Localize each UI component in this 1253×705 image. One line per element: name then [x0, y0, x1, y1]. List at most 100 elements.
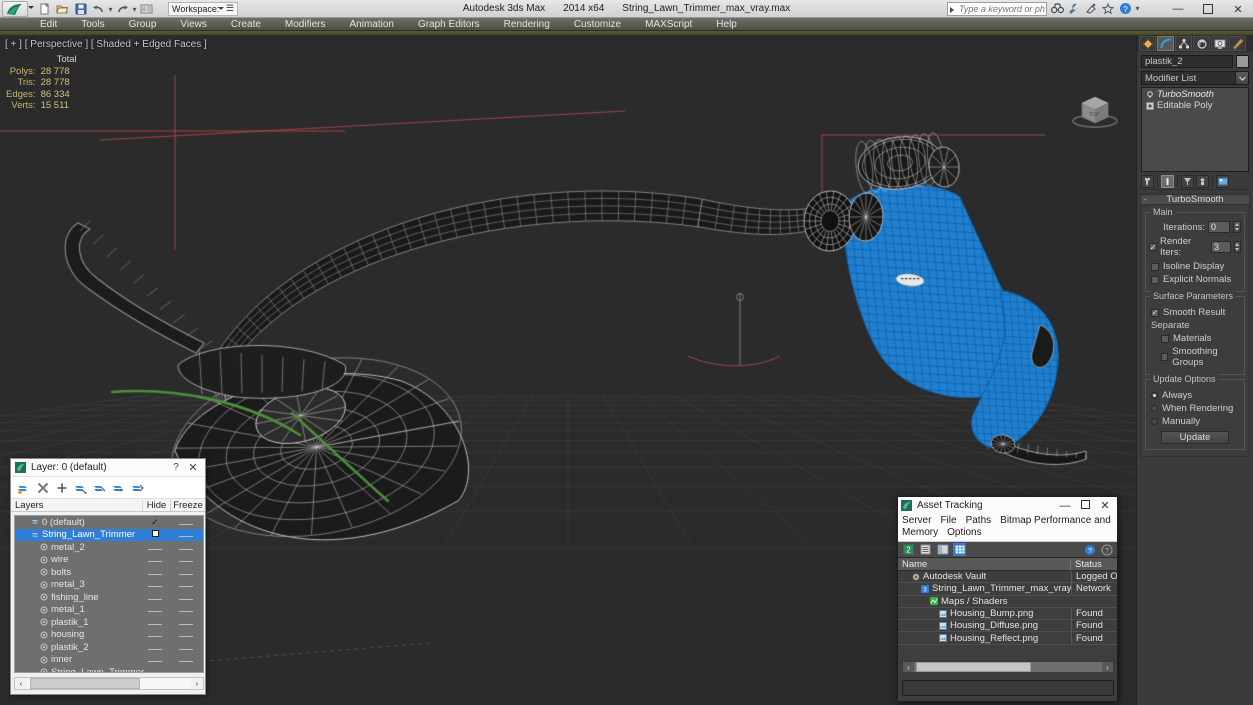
menu-group[interactable]: Group: [117, 18, 169, 31]
scroll-left-icon[interactable]: ‹: [15, 679, 27, 688]
asset-close-button[interactable]: ✕: [1095, 499, 1115, 512]
layer-freeze-toggle[interactable]: [169, 604, 203, 615]
star-icon[interactable]: [1101, 1, 1115, 16]
layer-freeze-toggle[interactable]: [169, 654, 203, 665]
help-icon[interactable]: ?: [1083, 543, 1096, 556]
info-icon[interactable]: ?: [1100, 543, 1113, 556]
wrench-icon[interactable]: [1067, 1, 1081, 16]
isoline-display-row[interactable]: Isoline Display: [1151, 261, 1241, 272]
asset-name-column-header[interactable]: Name: [898, 558, 1071, 570]
modifier-stack[interactable]: TurboSmooth Editable Poly: [1141, 87, 1249, 172]
scroll-thumb[interactable]: [30, 678, 140, 689]
layer-hide-toggle[interactable]: [141, 654, 169, 665]
menu-create[interactable]: Create: [219, 18, 273, 31]
scroll-thumb[interactable]: [916, 662, 1031, 672]
hide-layer-icon[interactable]: [131, 481, 144, 494]
menu-rendering[interactable]: Rendering: [492, 18, 562, 31]
layer-list[interactable]: 0 (default) ✓ String_Lawn_Trimmer metal_2 wi…: [14, 515, 204, 673]
scroll-track[interactable]: [914, 662, 1102, 672]
layer-freeze-toggle[interactable]: [169, 617, 203, 628]
layer-freeze-toggle[interactable]: [169, 567, 203, 578]
asset-status-column-header[interactable]: Status: [1071, 559, 1117, 570]
search-box[interactable]: [947, 2, 1047, 16]
utilities-tab[interactable]: [1229, 36, 1246, 51]
layer-freeze-toggle[interactable]: [169, 579, 203, 590]
render-iters-input[interactable]: 3: [1211, 241, 1231, 253]
layer-freeze-toggle[interactable]: [169, 592, 203, 603]
layers-column-header[interactable]: Layers: [11, 499, 143, 511]
hierarchy-tab[interactable]: [1175, 36, 1192, 51]
scroll-left-icon[interactable]: ‹: [903, 663, 914, 672]
asset-row[interactable]: Housing_Bump.png Found: [898, 608, 1117, 621]
layer-hide-toggle[interactable]: [141, 542, 169, 553]
asset-horizontal-scrollbar[interactable]: ‹ ›: [902, 661, 1114, 673]
iterations-input[interactable]: 0: [1208, 221, 1230, 233]
layer-row[interactable]: inner: [15, 654, 203, 667]
asset-row[interactable]: Autodesk Vault Logged O: [898, 571, 1117, 584]
delete-layer-icon[interactable]: [36, 481, 49, 494]
create-tab[interactable]: [1139, 36, 1156, 51]
object-name-field[interactable]: plastik_2: [1141, 55, 1233, 68]
layer-freeze-toggle[interactable]: [171, 667, 203, 672]
make-unique-icon[interactable]: [1181, 174, 1194, 188]
layer-hide-toggle[interactable]: [141, 604, 169, 615]
layer-hide-toggle[interactable]: [141, 567, 169, 578]
modify-tab[interactable]: [1157, 36, 1174, 51]
smooth-result-row[interactable]: Smooth Result: [1151, 307, 1241, 318]
layer-freeze-toggle[interactable]: [169, 642, 203, 653]
hide-column-header[interactable]: Hide: [143, 499, 171, 511]
asset-row[interactable]: Housing_Reflect.png Found: [898, 632, 1117, 645]
layer-row[interactable]: plastik_1: [15, 616, 203, 629]
layer-freeze-toggle[interactable]: [169, 529, 203, 540]
explicit-normals-checkbox[interactable]: [1151, 275, 1159, 284]
search-input[interactable]: [959, 3, 1045, 15]
select-objects-in-layer-icon[interactable]: [74, 481, 87, 494]
window-close-button[interactable]: ✕: [1223, 0, 1253, 18]
smoothing-groups-checkbox[interactable]: [1161, 353, 1169, 361]
menu-tools[interactable]: Tools: [69, 18, 116, 31]
asset-menu-bitmap[interactable]: Bitmap Performance and Memory: [902, 515, 1111, 538]
layer-hide-toggle[interactable]: [141, 554, 169, 565]
layer-hide-toggle[interactable]: [141, 529, 169, 540]
update-when-rendering-row[interactable]: When Rendering: [1151, 403, 1241, 414]
scroll-track[interactable]: [27, 678, 191, 689]
window-maximize-button[interactable]: [1193, 0, 1223, 18]
lightbulb-icon[interactable]: [1145, 90, 1154, 99]
help-icon[interactable]: ?: [1118, 1, 1132, 16]
asset-list[interactable]: Autodesk Vault Logged O 3 String_Lawn_Trimm…: [898, 571, 1117, 645]
layer-row[interactable]: String_Lawn_Trimmer: [15, 528, 203, 541]
layer-hide-toggle[interactable]: ✓: [141, 517, 169, 528]
asset-menu-file[interactable]: File: [940, 515, 956, 526]
pin-stack-icon[interactable]: [1141, 174, 1154, 188]
layer-hide-toggle[interactable]: [144, 667, 171, 672]
menu-modifiers[interactable]: Modifiers: [273, 18, 338, 31]
scroll-right-icon[interactable]: ›: [191, 679, 203, 688]
freeze-column-header[interactable]: Freeze: [171, 500, 205, 511]
layer-horizontal-scrollbar[interactable]: ‹ ›: [14, 677, 204, 690]
explicit-normals-row[interactable]: Explicit Normals: [1151, 274, 1241, 285]
show-end-result-icon[interactable]: [1161, 174, 1174, 188]
menu-help[interactable]: Help: [704, 18, 749, 31]
layer-dialog-help-button[interactable]: ?: [168, 462, 184, 473]
layer-row[interactable]: String_Lawn_Trimmer: [15, 666, 203, 672]
layer-row[interactable]: bolts: [15, 566, 203, 579]
layer-hide-toggle[interactable]: [141, 579, 169, 590]
asset-row[interactable]: 3String_Lawn_Trimmer_max_vray.maxNetwork: [898, 583, 1117, 596]
smooth-result-checkbox[interactable]: [1151, 308, 1159, 317]
asset-row[interactable]: Maps / Shaders: [898, 596, 1117, 608]
new-layer-icon[interactable]: [17, 481, 30, 494]
asset-menu-paths[interactable]: Paths: [966, 515, 992, 526]
stack-item-turbosmooth[interactable]: TurboSmooth: [1143, 89, 1247, 100]
select-highlighted-objects-icon[interactable]: [93, 481, 106, 494]
details-icon[interactable]: [936, 543, 949, 556]
menu-customize[interactable]: Customize: [562, 18, 633, 31]
render-iters-spinner[interactable]: [1233, 241, 1241, 253]
satellite-icon[interactable]: [1084, 1, 1098, 16]
asset-tracking-dialog[interactable]: Asset Tracking — ✕ Server File Paths Bitmap…: [897, 496, 1118, 702]
iterations-spinner[interactable]: [1233, 221, 1241, 233]
layer-row[interactable]: metal_1: [15, 604, 203, 617]
menu-maxscript[interactable]: MAXScript: [633, 18, 704, 31]
view-cube-icon[interactable]: TOP: [1068, 85, 1123, 133]
asset-minimize-button[interactable]: —: [1055, 500, 1075, 512]
highlight-selected-objects-icon[interactable]: [112, 481, 125, 494]
